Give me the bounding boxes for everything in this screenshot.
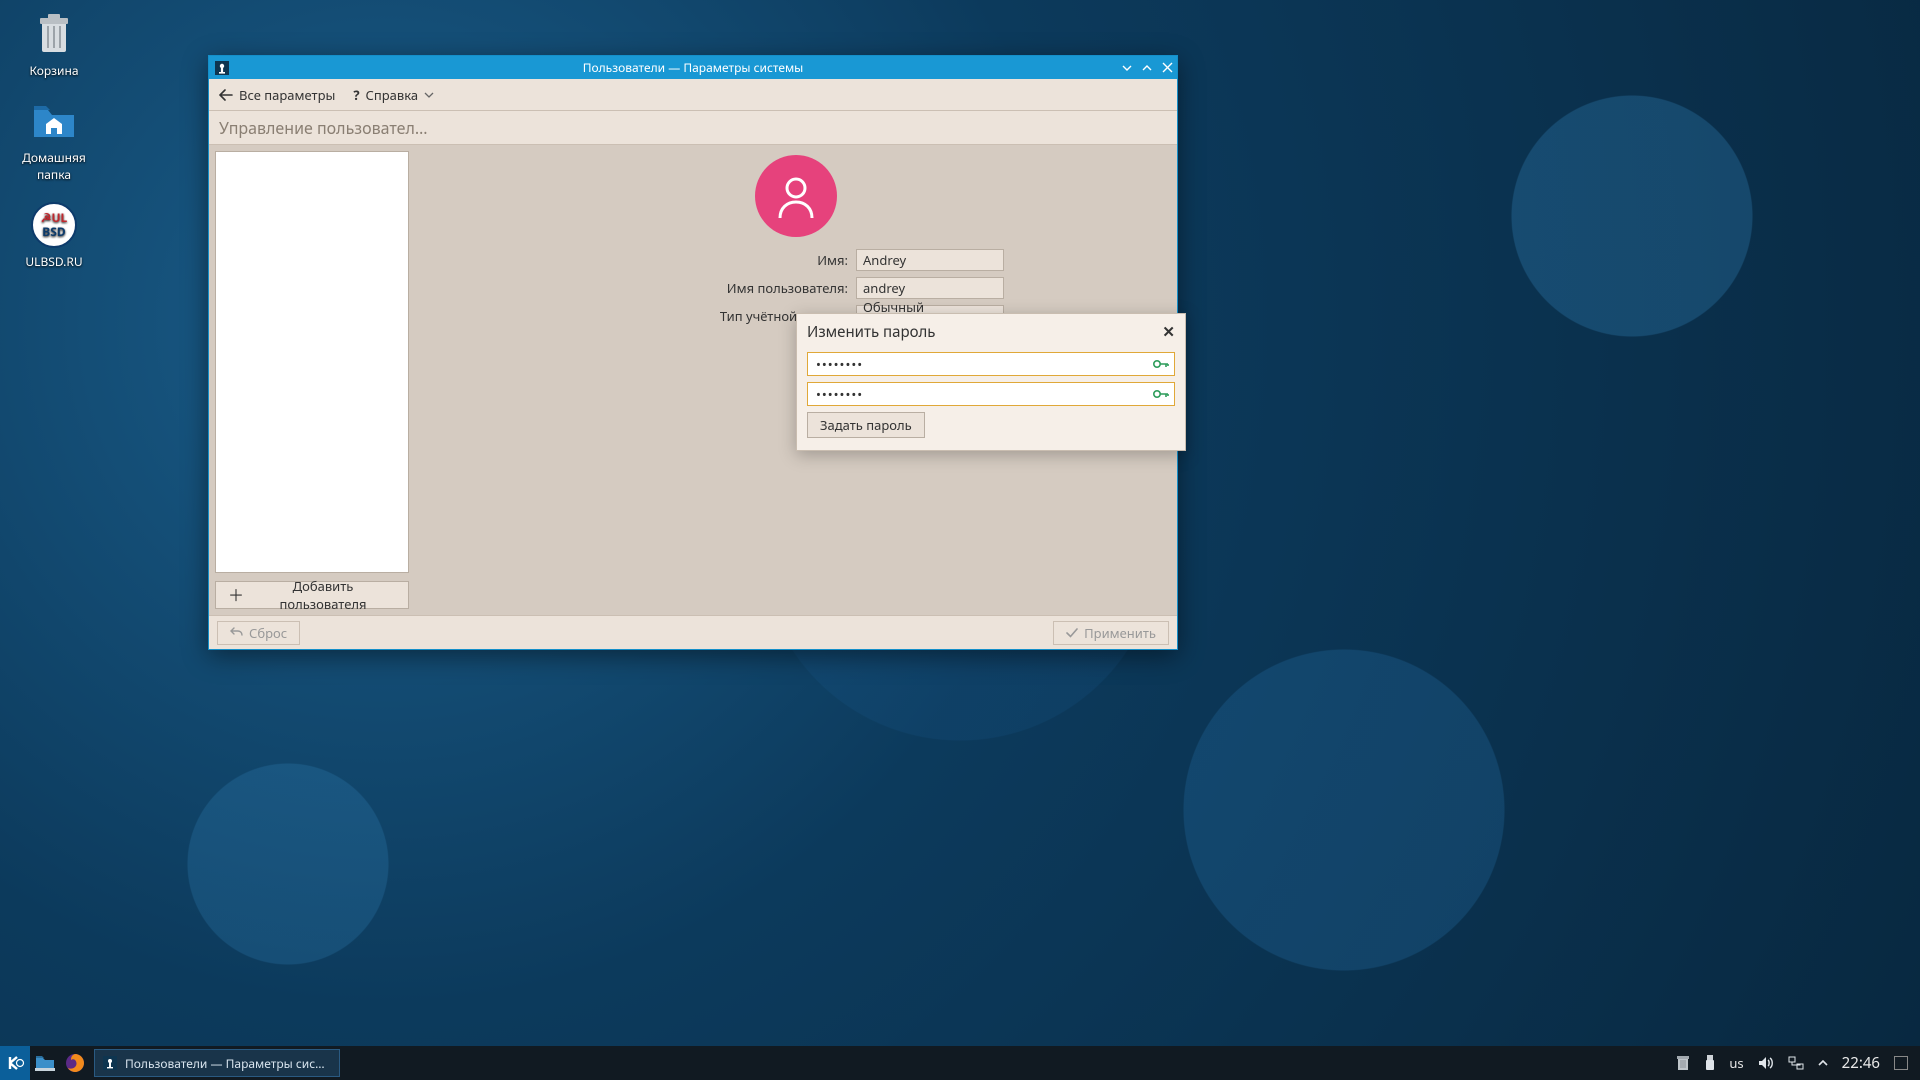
- window-buttons: [1117, 56, 1177, 79]
- plus-icon: ＋: [228, 587, 244, 603]
- modal-title: Изменить пароль: [807, 322, 935, 342]
- undo-icon: [230, 627, 243, 638]
- toolbar: Все параметры ? Справка: [209, 79, 1177, 111]
- desktop-icon-trash[interactable]: Корзина: [14, 10, 94, 79]
- tray-network-icon[interactable]: [1788, 1056, 1804, 1070]
- desktop-icon-home[interactable]: Домашняя папка: [14, 97, 94, 183]
- password-confirm-wrap: [807, 382, 1175, 406]
- user-avatar[interactable]: [755, 155, 837, 237]
- desktop-icons: Корзина Домашняя папка ☭ULBSD ULBSD.RU: [14, 10, 94, 270]
- window-title: Пользователи — Параметры системы: [209, 59, 1177, 76]
- password-input[interactable]: [807, 352, 1175, 376]
- start-button[interactable]: [0, 1046, 30, 1080]
- set-password-label: Задать пароль: [820, 416, 912, 434]
- tray-trash-icon[interactable]: [1675, 1054, 1691, 1072]
- desktop: Корзина Домашняя папка ☭ULBSD ULBSD.RU П…: [0, 0, 1920, 1080]
- maximize-button[interactable]: [1137, 56, 1157, 79]
- change-password-modal: Изменить пароль ✕: [796, 313, 1186, 451]
- taskbar: Пользователи — Параметры сис… us 22:46: [0, 1046, 1920, 1080]
- tray-expand-icon[interactable]: [1818, 1060, 1828, 1066]
- set-password-button[interactable]: Задать пароль: [807, 412, 925, 438]
- tray-clock[interactable]: 22:46: [1842, 1053, 1880, 1073]
- apply-label: Применить: [1084, 624, 1156, 642]
- check-icon: [1066, 628, 1078, 638]
- taskbar-task[interactable]: Пользователи — Параметры сис…: [94, 1049, 340, 1077]
- person-icon: [770, 170, 822, 222]
- key-icon[interactable]: [1153, 388, 1169, 400]
- window-footer: Сброс Применить: [209, 615, 1177, 649]
- section-header-text: Управление пользовател…: [219, 117, 428, 139]
- ulbsd-icon: ☭ULBSD: [30, 201, 78, 249]
- username-input[interactable]: [856, 277, 1004, 299]
- arrow-left-icon: [219, 89, 233, 101]
- row-username: Имя пользователя:: [588, 277, 1004, 299]
- help-label: Справка: [366, 86, 419, 104]
- tray-keyboard-layout[interactable]: us: [1729, 1054, 1743, 1072]
- settings-app-icon: [215, 61, 229, 75]
- key-icon[interactable]: [1153, 358, 1169, 370]
- main-panel: Имя: Имя пользователя: Тип учётной запис…: [415, 145, 1177, 615]
- name-label: Имя:: [588, 251, 848, 269]
- reset-button[interactable]: Сброс: [217, 621, 300, 645]
- taskbar-firefox-icon[interactable]: [60, 1046, 90, 1080]
- desktop-icon-label: ULBSD.RU: [25, 253, 82, 270]
- taskbar-files-icon[interactable]: [30, 1046, 60, 1080]
- modal-header: Изменить пароль ✕: [807, 322, 1175, 342]
- tray-show-desktop[interactable]: [1894, 1056, 1908, 1070]
- taskbar-task-label: Пользователи — Параметры сис…: [125, 1055, 325, 1072]
- help-icon: ?: [353, 86, 359, 104]
- folder-home-icon: [30, 97, 78, 145]
- password-confirm-input[interactable]: [807, 382, 1175, 406]
- sidebar: ＋ Добавить пользователя: [209, 145, 415, 615]
- user-list[interactable]: [215, 151, 409, 573]
- row-name: Имя:: [588, 249, 1004, 271]
- username-label: Имя пользователя:: [588, 279, 848, 297]
- tray-usb-icon[interactable]: [1705, 1055, 1715, 1071]
- password-field-wrap: [807, 352, 1175, 376]
- name-input[interactable]: [856, 249, 1004, 271]
- kde-logo-icon: [5, 1053, 25, 1073]
- help-menu[interactable]: ? Справка: [353, 86, 434, 104]
- apply-button[interactable]: Применить: [1053, 621, 1169, 645]
- desktop-icon-label: Корзина: [29, 62, 78, 79]
- window-body: ＋ Добавить пользователя Имя: Имя пользов…: [209, 145, 1177, 615]
- add-user-button[interactable]: ＋ Добавить пользователя: [215, 581, 409, 609]
- tray-volume-icon[interactable]: [1758, 1056, 1774, 1070]
- settings-app-icon: [103, 1056, 117, 1070]
- close-icon[interactable]: ✕: [1162, 322, 1175, 342]
- back-label: Все параметры: [239, 86, 335, 104]
- desktop-icon-ulbsd[interactable]: ☭ULBSD ULBSD.RU: [14, 201, 94, 270]
- window-system-settings: Пользователи — Параметры системы Все пар…: [208, 55, 1178, 650]
- minimize-button[interactable]: [1117, 56, 1137, 79]
- system-tray: us 22:46: [1663, 1053, 1920, 1073]
- section-header: Управление пользовател…: [209, 111, 1177, 145]
- svg-text:BSD: BSD: [42, 223, 66, 240]
- chevron-down-icon: [424, 92, 434, 98]
- reset-label: Сброс: [249, 624, 287, 642]
- close-button[interactable]: [1157, 56, 1177, 79]
- titlebar[interactable]: Пользователи — Параметры системы: [209, 56, 1177, 79]
- back-button[interactable]: Все параметры: [219, 86, 335, 104]
- trash-icon: [30, 10, 78, 58]
- desktop-icon-label: Домашняя папка: [14, 149, 94, 183]
- add-user-label: Добавить пользователя: [250, 577, 396, 613]
